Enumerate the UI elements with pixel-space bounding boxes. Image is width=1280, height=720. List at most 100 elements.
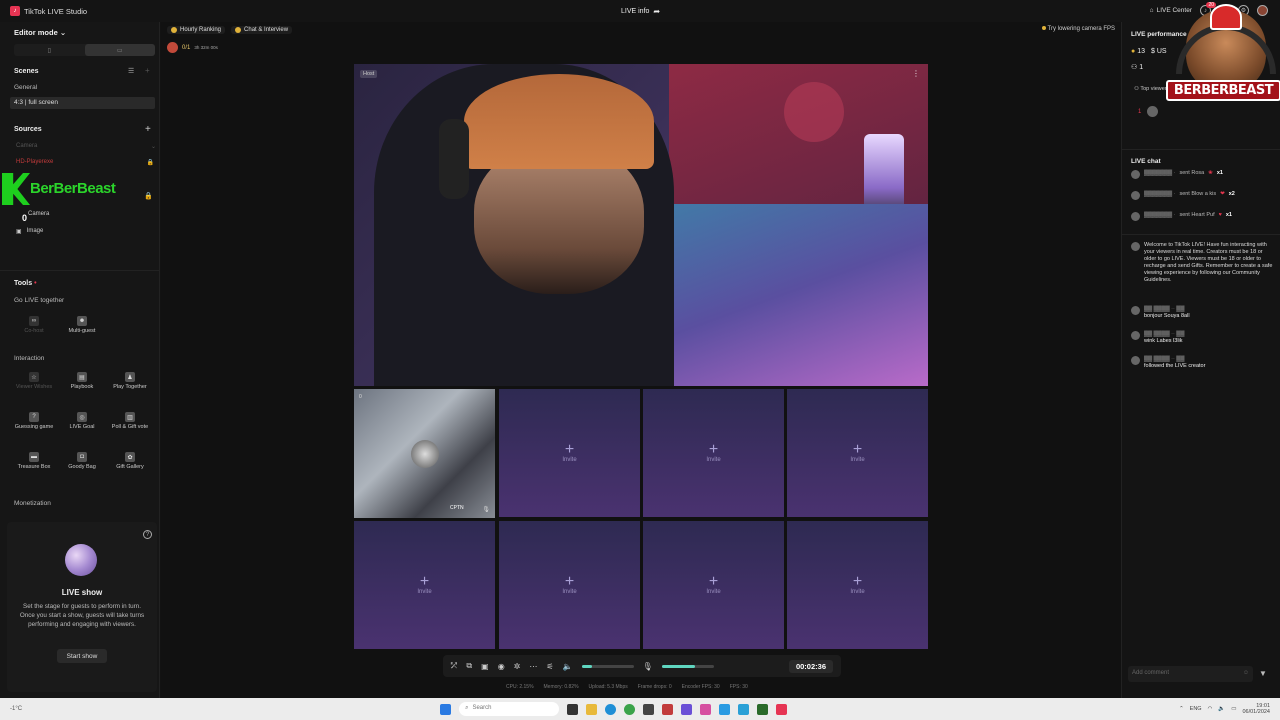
source-label: Camera (28, 211, 50, 217)
meta-icon[interactable] (681, 703, 693, 715)
stat-encoder-fps: Encoder FPS: 30 (681, 684, 720, 690)
scene-group: General (14, 84, 38, 91)
poll-gift-vote-button[interactable]: ▥ Poll & Gift vote (106, 412, 154, 444)
invite-tile[interactable]: + Invite (354, 521, 495, 649)
emoji-icon[interactable]: ☺ (1243, 670, 1249, 678)
host-label-text: Host (363, 71, 375, 77)
avatar (1131, 356, 1140, 365)
live-timer: 00:02:36 (788, 659, 833, 673)
source-label: HD-Playerexe (16, 159, 54, 165)
guest-count: 0 (359, 394, 362, 400)
play-together-button[interactable]: ♟ Play Together (106, 372, 154, 404)
effects-icon[interactable]: ✲ (514, 662, 521, 671)
landscape-mode-icon[interactable]: ▭ (84, 44, 155, 56)
treasure-box-button[interactable]: ▬ Treasure Box (10, 452, 58, 484)
chrome-icon[interactable] (624, 703, 636, 715)
weather-widget[interactable]: -1°C (10, 706, 22, 712)
blurred-username: ▓▓▓▓▓▓▓ · (1144, 170, 1176, 176)
invite-label: Invite (562, 457, 577, 463)
divider (1122, 234, 1280, 235)
search-box[interactable]: ⌕ Search (459, 702, 560, 716)
chevron-down-icon: ⌄ (59, 28, 67, 37)
steam-icon[interactable] (643, 703, 655, 715)
tiktok-icon[interactable] (776, 703, 788, 715)
gift-gallery-button[interactable]: ✿ Gift Gallery (106, 452, 154, 484)
top-viewer-row[interactable]: 1 (1138, 106, 1159, 117)
tools-title-label: Tools (14, 280, 33, 287)
viewer-wishes-button[interactable]: ☆ Viewer Wishes (10, 372, 58, 404)
microphone-icon[interactable]: 🎙 (643, 662, 653, 671)
chat-message: ▓▓ ▓▓▓▓ ·· ▓▓ bonjour Souya 8all (1131, 306, 1276, 320)
start-show-button[interactable]: Start show (57, 649, 107, 663)
cap-icon (1210, 4, 1242, 30)
image-icon: ▣ (16, 229, 22, 235)
game-icon[interactable] (662, 703, 674, 715)
scene-item[interactable]: 4:3 | full screen (10, 97, 155, 109)
system-tray[interactable]: ⌃ ENG ◠ 🔈 ▭ 19:01 06/01/2024 (1179, 703, 1270, 715)
host-camera-feed[interactable]: Host ⋮ (354, 64, 928, 386)
camera-fps-tip[interactable]: Try lowering camera FPS (1041, 26, 1115, 32)
portrait-mode-icon[interactable]: ▯ (14, 44, 85, 56)
windows-taskbar: -1°C ⌕ Search ⌃ ENG ◠ 🔈 ▭ 19:01 06/01/2024 (0, 698, 1280, 720)
invite-tile[interactable]: + Invite (499, 389, 640, 517)
overlay-name: BerBerBeast (30, 180, 116, 197)
invite-tile[interactable]: + Invite (499, 521, 640, 649)
transition-icon[interactable]: ⤱ (451, 661, 457, 671)
chat-interview-chip[interactable]: Chat & Interview (231, 26, 293, 34)
counter-subtext: 3h 32m 00s (194, 45, 218, 50)
gift-count: x1 (1216, 170, 1223, 176)
rank-number: 1 (1138, 108, 1142, 115)
invite-tile[interactable]: + Invite (643, 521, 784, 649)
mic-slider[interactable] (661, 664, 714, 668)
source-item[interactable]: HD-Playerexe 🔒 (16, 159, 154, 166)
editor-mode-dropdown[interactable]: Editor mode ⌄ (14, 28, 66, 37)
browser-icon[interactable] (719, 703, 731, 715)
top-viewers-tab[interactable]: ⚇ Top viewers (1134, 86, 1169, 92)
speaker-icon[interactable]: 🔈 (563, 662, 573, 671)
bag-icon: ◘ (77, 452, 87, 462)
hourly-ranking-chip[interactable]: Hourly Ranking (167, 26, 226, 34)
invite-tile[interactable]: + Invite (787, 389, 928, 517)
orientation-toggle[interactable]: ▯ ▭ (14, 44, 155, 56)
list-icon[interactable]: ☰ (128, 67, 134, 75)
invite-tile[interactable]: + Invite (643, 389, 784, 517)
lock-icon: 🔒 (146, 160, 154, 166)
record-icon[interactable]: ◉ (498, 662, 505, 671)
messenger-icon[interactable] (738, 703, 750, 715)
source-item[interactable]: ▣ Image (16, 228, 43, 235)
app-icon[interactable] (700, 703, 712, 715)
scene-item-label: 4:3 | full screen (14, 99, 58, 106)
multi-guest-button[interactable]: ☻ Multi-guest (58, 316, 106, 348)
add-scene-icon[interactable]: + (145, 66, 150, 75)
more-icon[interactable]: ⋮ (912, 69, 920, 78)
help-icon[interactable]: ? (143, 530, 152, 539)
co-host-button[interactable]: ∞ Co-host (10, 316, 58, 348)
screen-icon[interactable]: ▣ (481, 662, 489, 671)
battery-icon: ▭ (1231, 706, 1237, 712)
source-item[interactable]: Camera (28, 211, 49, 217)
source-item[interactable]: Camera ⌄ (16, 143, 156, 150)
live-goal-button[interactable]: ◎ LIVE Goal (58, 412, 106, 444)
file-explorer-icon[interactable] (586, 703, 598, 715)
match-counter[interactable]: 0/1 3h 32m 00s (167, 42, 218, 53)
guest-tile[interactable]: 0 CPTN 🎙 (354, 389, 495, 518)
mixer-icon[interactable]: ⚟ (546, 662, 553, 671)
interaction-title: Interaction (14, 355, 45, 362)
filter-icon[interactable]: ▼ (1259, 669, 1267, 678)
add-source-icon[interactable]: + (145, 124, 151, 135)
goody-bag-button[interactable]: ◘ Goody Bag (58, 452, 106, 484)
source-label: Image (26, 228, 44, 234)
invite-tile[interactable]: + Invite (787, 521, 928, 649)
comment-input[interactable]: Add comment ☺ (1128, 666, 1253, 682)
task-view-icon[interactable] (567, 703, 579, 715)
volume-slider[interactable] (581, 664, 634, 668)
playbook-button[interactable]: ▤ Playbook (58, 372, 106, 404)
windows-start-icon[interactable] (440, 703, 452, 715)
terminal-icon[interactable] (757, 703, 769, 715)
tool-label: Multi-guest (68, 328, 96, 334)
edge-icon[interactable] (605, 703, 617, 715)
live-info-button[interactable]: LIVE info ➦ (621, 7, 660, 16)
guessing-game-button[interactable]: ? Guessing game (10, 412, 58, 444)
layout-icon[interactable]: ⧉ (466, 661, 472, 671)
more-icon[interactable]: ⋯ (529, 662, 537, 671)
